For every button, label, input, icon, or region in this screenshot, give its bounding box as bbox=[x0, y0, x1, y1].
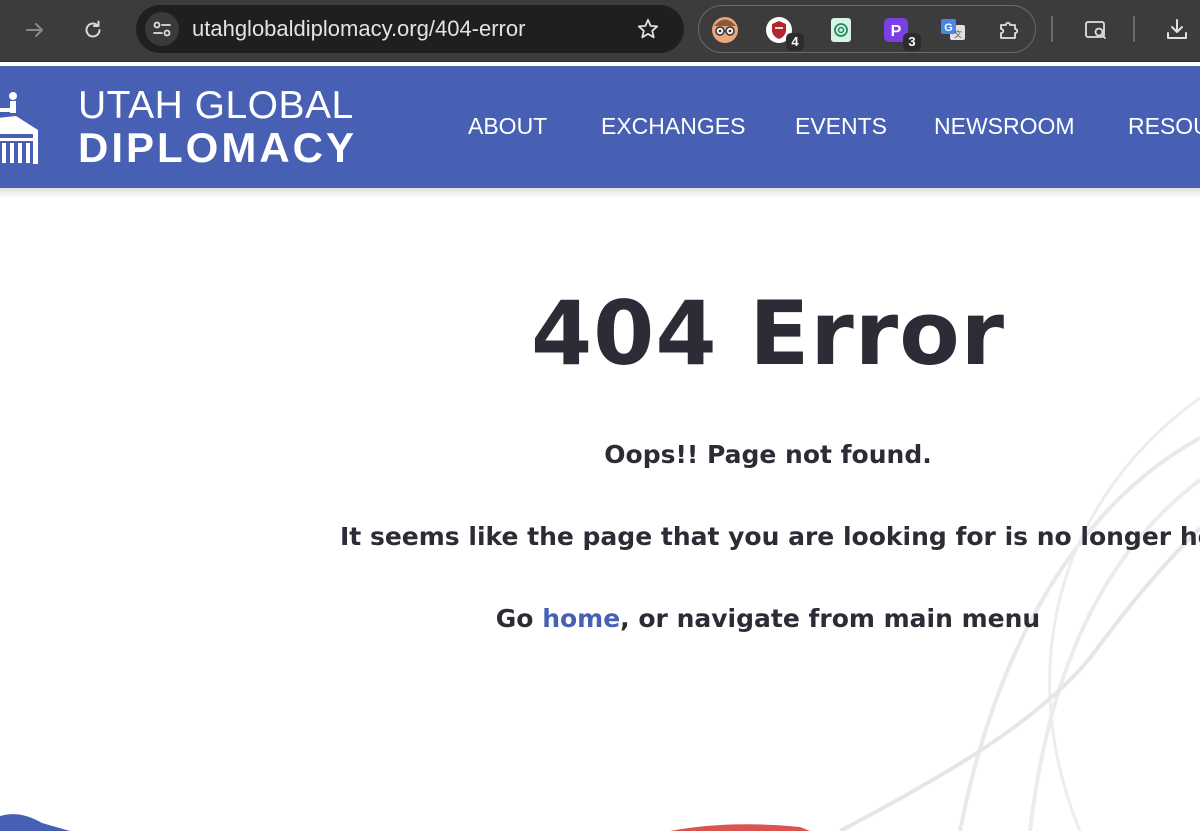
hint-prefix: Go bbox=[495, 604, 543, 633]
site-header: UTAH GLOBAL DIPLOMACY ABOUT EXCHANGES EV… bbox=[0, 66, 1200, 188]
address-bar[interactable]: utahglobaldiplomacy.org/404-error bbox=[136, 5, 684, 53]
extensions-menu-button[interactable] bbox=[995, 15, 1025, 45]
extension-chatgpt[interactable] bbox=[826, 15, 856, 45]
nav-item-newsroom[interactable]: NEWSROOM bbox=[934, 113, 1075, 140]
star-icon bbox=[637, 18, 659, 39]
nav-item-resources[interactable]: RESOU bbox=[1128, 113, 1200, 140]
reload-button[interactable] bbox=[76, 13, 110, 47]
nav-item-events[interactable]: EVENTS bbox=[795, 113, 887, 140]
nav-item-exchanges[interactable]: EXCHANGES bbox=[601, 113, 745, 140]
extension-p[interactable]: P 3 bbox=[881, 15, 921, 51]
header-shadow bbox=[0, 188, 1200, 198]
download-icon bbox=[1167, 19, 1187, 39]
avatar-glasses-icon bbox=[712, 17, 738, 43]
nav-item-about[interactable]: ABOUT bbox=[468, 113, 547, 140]
error-navigation-hint: Go home, or navigate from main menu bbox=[340, 602, 1196, 636]
toolbar-divider bbox=[1051, 16, 1053, 42]
puzzle-icon bbox=[1000, 21, 1019, 39]
error-message-primary: Oops!! Page not found. bbox=[604, 440, 932, 469]
site-info-button[interactable] bbox=[145, 12, 179, 46]
reload-icon bbox=[85, 20, 101, 38]
extension-translate[interactable]: G 文 bbox=[938, 15, 968, 45]
extension-badge: 3 bbox=[903, 33, 921, 51]
extension-badge: 4 bbox=[786, 33, 804, 51]
url-text[interactable]: utahglobaldiplomacy.org/404-error bbox=[192, 17, 525, 41]
error-message-secondary: It seems like the page that you are look… bbox=[340, 522, 1200, 551]
bookmark-button[interactable] bbox=[636, 17, 660, 41]
forward-button[interactable] bbox=[18, 13, 52, 47]
svg-text:P: P bbox=[891, 23, 902, 40]
google-translate-icon: G 文 bbox=[941, 19, 965, 40]
extension-avatar[interactable] bbox=[710, 15, 740, 45]
tune-icon bbox=[153, 21, 171, 37]
tab-search-icon bbox=[1085, 21, 1106, 39]
extensions-bar: 4 P 3 G 文 bbox=[698, 5, 1036, 53]
hint-suffix: , or navigate from main menu bbox=[620, 604, 1041, 633]
svg-text:文: 文 bbox=[954, 29, 962, 39]
main-nav: ABOUT EXCHANGES EVENTS NEWSROOM RESOU bbox=[0, 113, 1200, 143]
toolbar-divider bbox=[1133, 16, 1135, 42]
svg-text:G: G bbox=[944, 22, 953, 34]
downloads-button[interactable] bbox=[1160, 13, 1194, 47]
chatgpt-extension-icon bbox=[831, 18, 851, 42]
error-title: 404 Error bbox=[530, 282, 1006, 385]
error-content: 404 Error Oops!! Page not found. It seem… bbox=[340, 270, 1200, 636]
browser-toolbar: utahglobaldiplomacy.org/404-error 4 P 3 … bbox=[0, 0, 1200, 62]
arrow-right-icon bbox=[26, 23, 43, 37]
tab-search-button[interactable] bbox=[1079, 13, 1113, 47]
extension-shield[interactable]: 4 bbox=[764, 15, 804, 51]
home-link[interactable]: home bbox=[542, 604, 620, 633]
